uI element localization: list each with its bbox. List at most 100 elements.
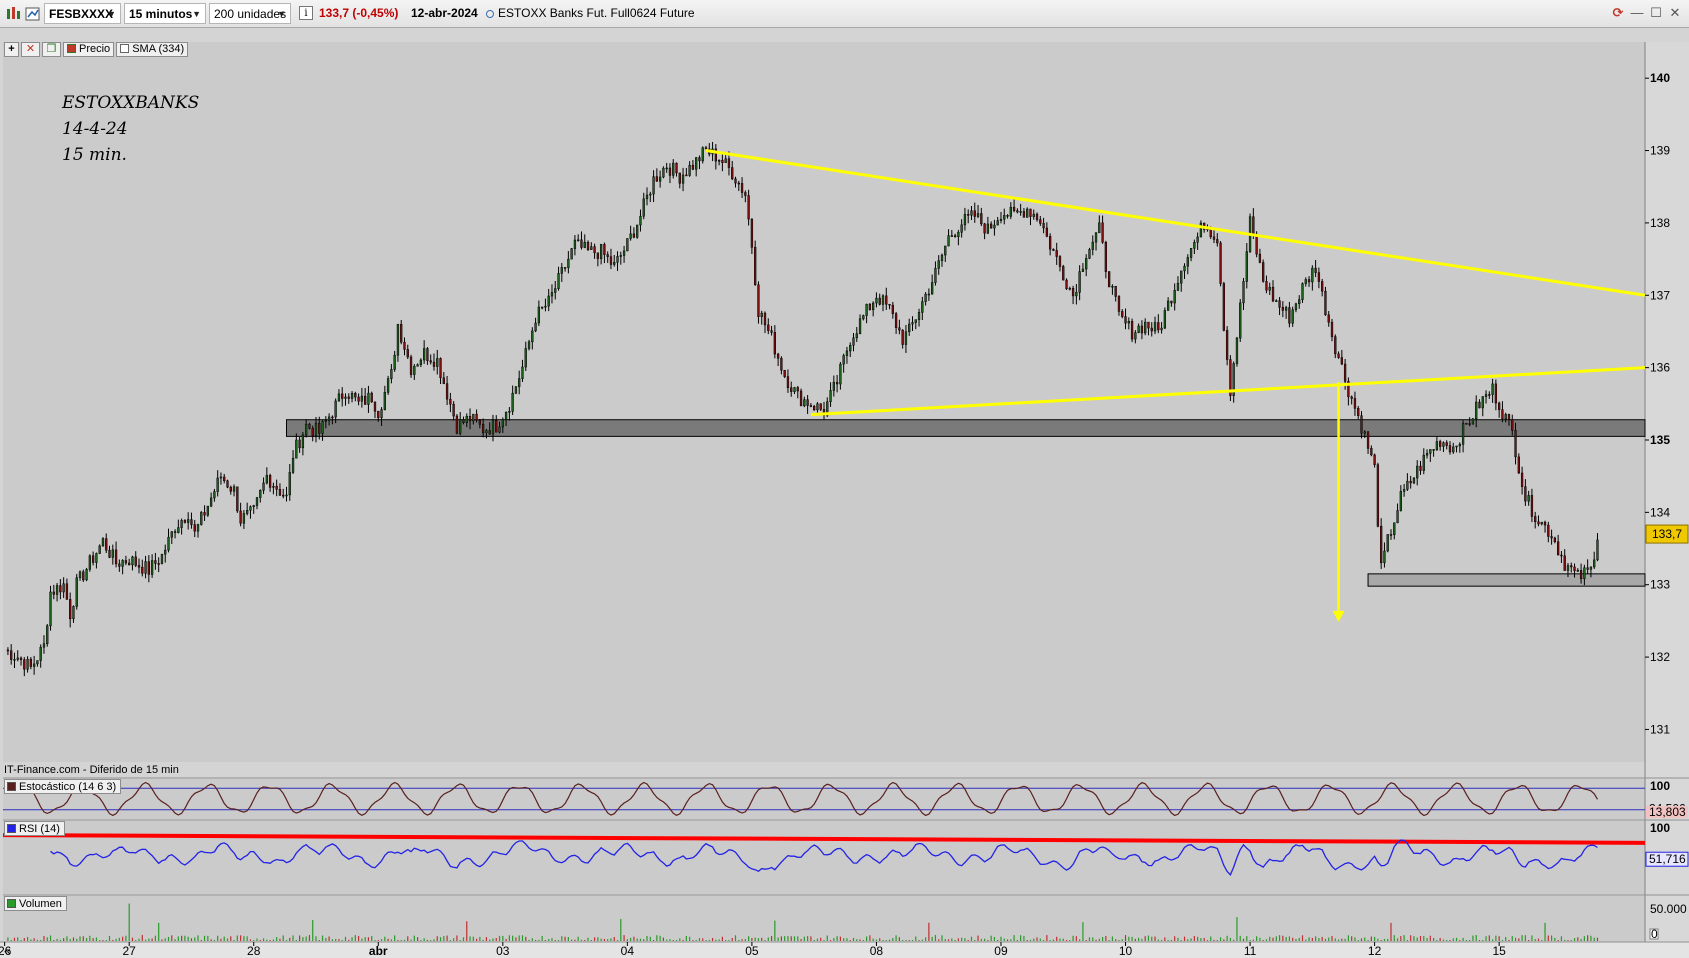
candle [1422,454,1425,471]
candle [85,569,88,581]
candle [337,393,341,402]
rsi-pane-label[interactable]: RSI (14) [4,821,65,836]
volume-bar [1436,939,1438,941]
candle [832,381,835,391]
candle [364,395,367,405]
volume-bar [1380,940,1382,941]
candle [39,646,42,661]
volume-bar [1570,940,1572,941]
candle [554,288,557,293]
volume-bar [620,918,622,941]
candle [98,545,101,554]
candle [226,480,229,488]
volume-bar [846,938,848,941]
volume-bar [1147,935,1150,941]
volume-bar [492,938,494,941]
candle [767,324,770,331]
candle [1439,441,1442,447]
chart-canvas[interactable]: 13113213313413513613713813914026 27 28 abr 0… [0,0,1689,958]
candle [455,415,459,434]
candle [793,387,796,392]
info-icon[interactable]: i [299,6,313,20]
volume-bar [974,940,976,941]
candle [380,409,383,418]
candle [1111,285,1114,288]
volume-bar [1292,937,1294,941]
candle [144,561,147,574]
volume-bar [1062,938,1064,941]
legend-sma[interactable]: SMA (334) [116,42,189,57]
candle [1520,472,1524,487]
volume-bar [918,940,920,941]
volume-bar [895,935,897,941]
interval-value: 15 minutos [129,7,193,21]
x-tick-label: 10 [1119,944,1133,958]
volume-bar [1318,938,1320,941]
volume-bar [1416,937,1418,941]
volume-bar [292,935,294,941]
duplicate-study-icon[interactable]: ❐ [42,42,61,57]
volume-bar [1357,940,1359,941]
volume-bar [1505,937,1507,941]
volume-bar [410,939,412,941]
candle [872,302,875,310]
volume-bar [266,939,268,941]
candle [973,210,976,217]
minimize-icon[interactable]: — [1629,4,1645,22]
volume-bar [767,937,769,941]
candle [1130,320,1134,340]
volume-bar [692,940,694,941]
candle [1219,242,1222,284]
volume-bar [980,938,982,941]
candle [1366,431,1370,449]
candle [678,172,681,184]
volume-bar [1059,938,1061,941]
volume-bar [1452,938,1454,941]
candle [835,381,839,385]
candle [904,331,908,345]
candle [1425,453,1429,456]
add-study-icon[interactable]: + [4,42,19,57]
legend-price[interactable]: Precio [63,42,115,57]
units-dropdown[interactable]: 200 unidades ▼ [209,3,291,24]
volume-bar [1370,936,1372,941]
volume-bar [367,937,370,941]
volume-bar [905,940,907,941]
candle [344,396,347,399]
candle [360,395,364,402]
close-icon[interactable]: ✕ [1667,4,1683,22]
candle [1402,489,1406,492]
refresh-icon[interactable]: ⟳ [1610,4,1626,22]
candle [1294,303,1298,311]
restore-icon[interactable]: ☐ [1648,4,1664,22]
candle [1484,394,1488,397]
compare-icon[interactable] [24,5,42,23]
volume-bar [144,939,147,941]
remove-study-icon[interactable]: ✕ [21,42,40,57]
chart-icon[interactable] [4,5,22,23]
volume-bar [1075,936,1077,941]
candle [436,358,439,367]
candle [318,422,321,434]
volume-bar [1206,940,1209,941]
volume-bar [249,939,252,941]
volume-bar [1577,937,1579,941]
candle [534,322,537,332]
chart-legend-bar: + ✕ ❐ Precio SMA (334) [4,42,190,59]
symbol-dropdown[interactable]: FESBXXXX ▼ [44,3,121,24]
volume-bar [751,938,753,941]
volume-pane-label[interactable]: Volumen [4,896,67,911]
stochastic-pane-label[interactable]: Estocástico (14 6 3) [4,779,122,794]
x-tick-label: 03 [496,944,510,958]
candle [200,512,203,525]
candle [406,349,409,358]
volume-bar [475,938,478,941]
volume-bar [961,937,963,941]
interval-dropdown[interactable]: 15 minutos ▼ [124,3,206,24]
volume-bar [151,938,153,941]
volume-bar [1105,935,1107,941]
candle [809,405,813,407]
candle [983,223,986,234]
volume-bar [131,937,134,941]
volume-bar [531,938,533,941]
